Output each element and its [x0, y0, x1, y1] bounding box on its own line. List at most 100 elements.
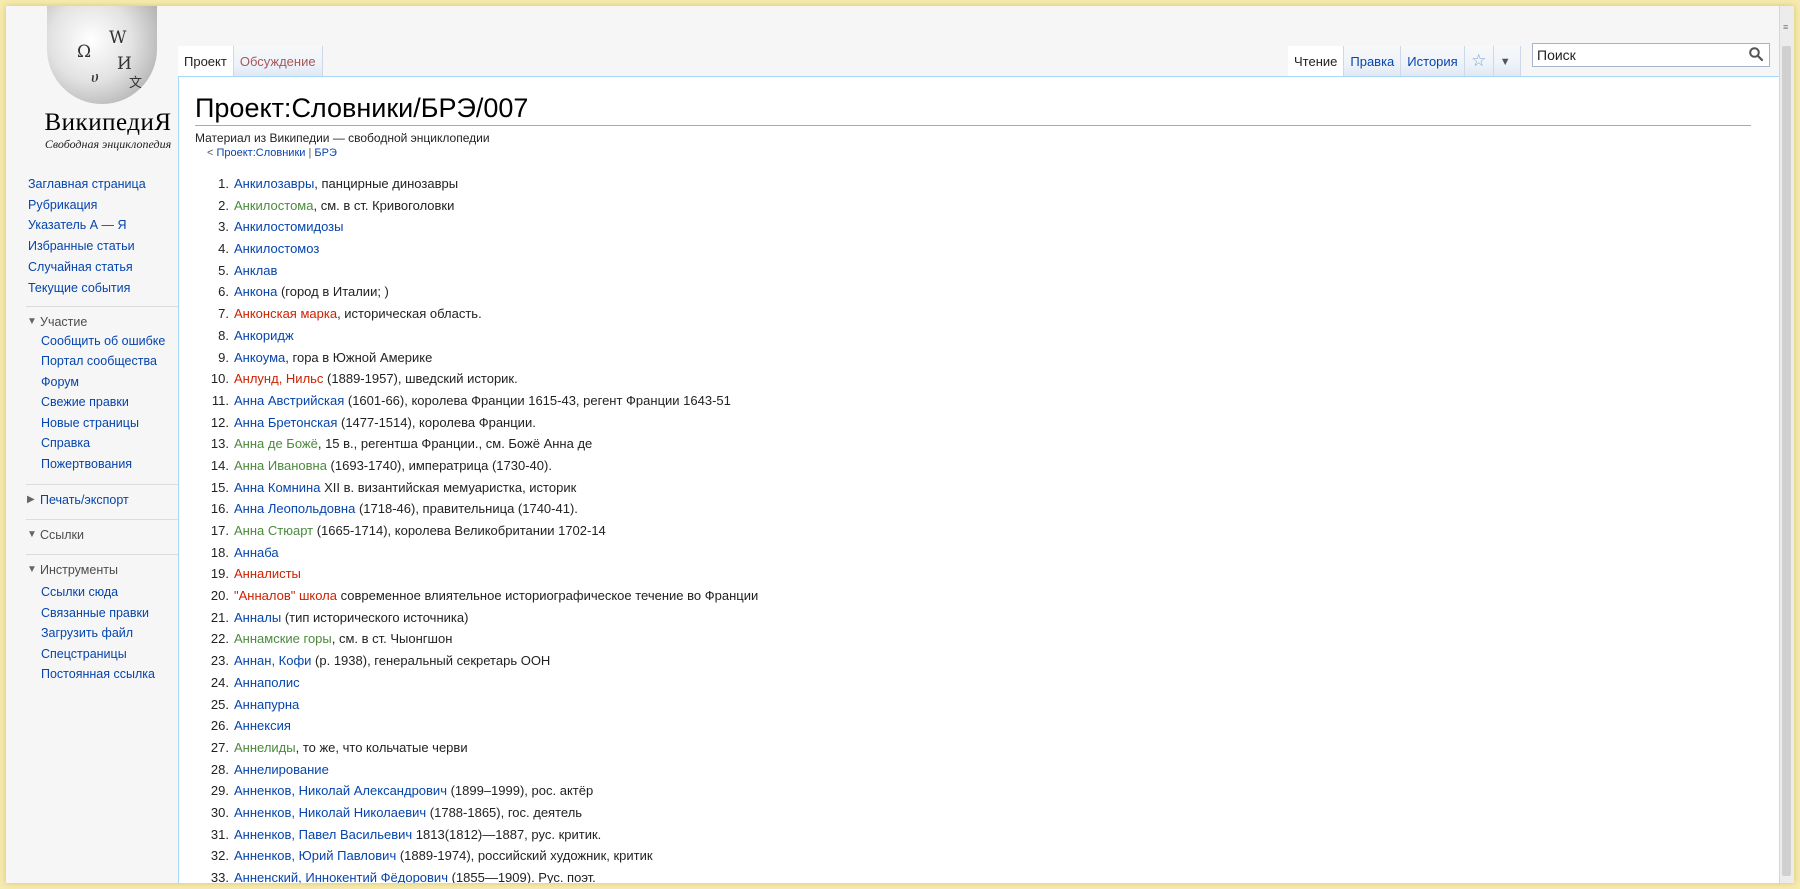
sidebar-link-main-page[interactable]: Заглавная страница [26, 174, 181, 195]
list-item: 22. Аннамские горы, см. в ст. Чыонгшон [195, 628, 758, 650]
list-item-number: 13. [210, 436, 229, 452]
list-item-number: 21. [210, 609, 229, 625]
more-actions-dropdown[interactable]: ▼ [1493, 46, 1521, 76]
entry-link[interactable]: Анна Ивановна [234, 458, 327, 473]
list-item-number: 19. [210, 566, 229, 582]
sidebar-link-recent-changes[interactable]: Свежие правки [41, 392, 181, 413]
sidebar-link-donate[interactable]: Пожертвования [41, 454, 181, 475]
entry-link[interactable]: Анна Леопольдовна [234, 501, 355, 516]
sidebar-link-categories[interactable]: Рубрикация [26, 195, 181, 216]
entry-link[interactable]: Анклав [234, 263, 277, 278]
list-item: 1. Анкилозавры, панцирные динозавры [195, 173, 758, 195]
scrollbar[interactable]: ≡ [1779, 6, 1794, 883]
portal-tools-heading[interactable]: ▼ Инструменты [26, 554, 181, 579]
entry-link[interactable]: Анлунд, Нильс [234, 371, 323, 386]
sidebar-link-current-events[interactable]: Текущие события [26, 278, 181, 299]
wikipedia-tagline: Свободная энциклопедия [44, 137, 172, 151]
tab-read[interactable]: Чтение [1288, 46, 1345, 76]
entry-link[interactable]: Анна Комнина [234, 480, 320, 495]
sidebar: Заглавная страница Рубрикация Указатель … [26, 174, 181, 685]
entry-link[interactable]: Аннелиды [234, 740, 296, 755]
tab-history[interactable]: История [1401, 46, 1465, 76]
entry-link[interactable]: Анна Австрийская [234, 393, 344, 408]
list-item-number: 28. [210, 761, 229, 777]
entry-link[interactable]: Анненков, Павел Васильевич [234, 827, 412, 842]
watch-star-icon[interactable]: ☆ [1464, 46, 1494, 76]
list-item: 10. Анлунд, Нильс (1889-1957), шведский и… [195, 368, 758, 390]
entry-link[interactable]: Анненков, Николай Николаевич [234, 805, 426, 820]
search-icon[interactable] [1748, 46, 1764, 62]
entry-link[interactable]: Анналисты [234, 566, 301, 581]
tab-discussion[interactable]: Обсуждение [233, 46, 323, 76]
entry-link[interactable]: Аннексия [234, 718, 291, 733]
triangle-down-icon: ▼ [27, 316, 37, 328]
entry-link[interactable]: Анна Стюарт [234, 523, 313, 538]
entry-link[interactable]: Аннаполис [234, 675, 300, 690]
entry-link[interactable]: Анна Бретонская [234, 415, 337, 430]
entry-link[interactable]: "Анналов" школа [234, 588, 337, 603]
entry-link[interactable]: Анненский, Иннокентий Фёдорович [234, 870, 448, 883]
entry-link[interactable]: Аннелирование [234, 762, 329, 777]
sidebar-link-featured[interactable]: Избранные статьи [26, 236, 181, 257]
scrollbar-thumb[interactable] [1782, 46, 1791, 876]
entry-description: современное влиятельное историографическ… [337, 588, 759, 604]
entry-link[interactable]: Анненков, Николай Александрович [234, 783, 447, 798]
triangle-right-icon: ▶ [27, 494, 35, 506]
search-input[interactable] [1537, 46, 1737, 64]
sidebar-link-random[interactable]: Случайная статья [26, 257, 181, 278]
entry-link[interactable]: Анненков, Юрий Павлович [234, 848, 396, 863]
list-item-number: 20. [210, 588, 229, 604]
list-item-number: 12. [210, 414, 229, 430]
tab-project[interactable]: Проект [178, 46, 234, 76]
entry-link[interactable]: Анкоума [234, 350, 285, 365]
entry-link[interactable]: Аннапурна [234, 697, 299, 712]
entry-description: XII в. византийская мемуаристка, историк [320, 479, 577, 495]
sidebar-link-permanent-link[interactable]: Постоянная ссылка [41, 664, 181, 685]
sidebar-link-community-portal[interactable]: Портал сообщества [41, 351, 181, 372]
sidebar-link-special-pages[interactable]: Спецстраницы [41, 644, 181, 665]
sidebar-link-new-pages[interactable]: Новые страницы [41, 413, 181, 434]
entry-link[interactable]: Анналы [234, 610, 281, 625]
list-item: 9. Анкоума, гора в Южной Америке [195, 347, 758, 369]
entry-list: 1. Анкилозавры, панцирные динозавры 2. Анки… [195, 173, 758, 883]
list-item: 20. "Анналов" школа современное влиятельн… [195, 585, 758, 607]
entry-description: (1889-1974), российский художник, критик [396, 848, 653, 864]
list-item-number: 25. [210, 696, 229, 712]
entry-link[interactable]: Анна де Божё [234, 436, 318, 451]
portal-participate-heading[interactable]: ▼ Участие [26, 306, 181, 331]
sidebar-link-index[interactable]: Указатель А — Я [26, 215, 181, 236]
view-tabs: Чтение Правка История ☆ ▼ [1288, 46, 1521, 76]
list-item-number: 6. [218, 284, 229, 300]
entry-link[interactable]: Аннан, Кофи [234, 653, 311, 668]
portal-links-heading[interactable]: ▼ Ссылки [26, 519, 181, 544]
sidebar-link-related-changes[interactable]: Связанные правки [41, 603, 181, 624]
entry-link[interactable]: Анкилозавры [234, 176, 314, 191]
entry-link[interactable]: Анкоридж [234, 328, 294, 343]
wikipedia-logo[interactable]: Ω W И ሀ 文 ВикипедиЯ Свободная энциклопед… [16, 6, 174, 156]
list-item: 30. Анненков, Николай Николаевич (1788-18… [195, 802, 758, 824]
scroll-up-icon[interactable]: ≡ [1783, 22, 1788, 32]
entry-link[interactable]: Анкона [234, 284, 277, 299]
sidebar-link-report-error[interactable]: Сообщить об ошибке [41, 334, 181, 348]
entry-link[interactable]: Анкилостома [234, 198, 313, 213]
entry-description: (1601-66), королева Франции 1615-43, рег… [344, 392, 731, 408]
sidebar-link-what-links-here[interactable]: Ссылки сюда [41, 582, 181, 603]
search-box [1532, 43, 1770, 67]
list-item-number: 17. [210, 523, 229, 538]
sidebar-link-upload-file[interactable]: Загрузить файл [41, 623, 181, 644]
sidebar-link-forum[interactable]: Форум [41, 372, 181, 393]
breadcrumb-link-bre[interactable]: БРЭ [314, 147, 336, 159]
list-item-number: 32. [210, 848, 229, 864]
portal-print-export-heading[interactable]: ▶ Печать/экспорт [26, 484, 181, 509]
entry-link[interactable]: Анкилостомидозы [234, 219, 343, 234]
breadcrumb-link-slovniki[interactable]: Проект:Словники [216, 147, 305, 159]
entry-link[interactable]: Аннаба [234, 545, 279, 560]
entry-link[interactable]: Анконская марка [234, 306, 337, 321]
page-title: Проект:Словники/БРЭ/007 [195, 91, 1751, 126]
entry-link[interactable]: Аннамские горы [234, 631, 332, 646]
list-item: 4. Анкилостомоз [195, 238, 758, 260]
tab-edit[interactable]: Правка [1344, 46, 1402, 76]
list-item-number: 24. [210, 674, 229, 690]
entry-link[interactable]: Анкилостомоз [234, 241, 319, 256]
sidebar-link-help[interactable]: Справка [41, 433, 181, 454]
